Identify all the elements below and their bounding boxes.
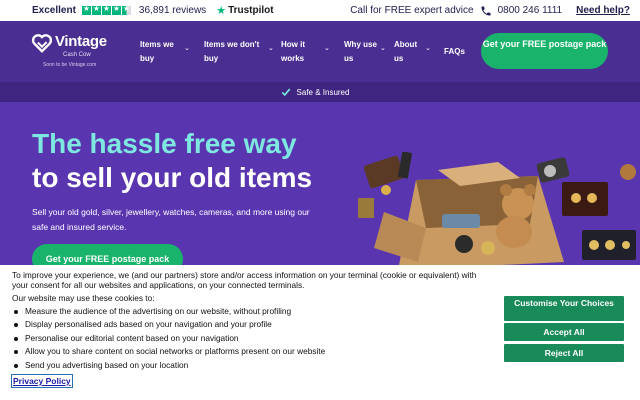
trustpilot-wordmark: Trustpilot: [228, 5, 274, 16]
logo[interactable]: Vintage Cash Cow Soon to be Vintage.com: [31, 32, 121, 72]
nav-about-us[interactable]: About us ⌄: [394, 38, 431, 66]
nav-why-use-us[interactable]: Why use us ⌄: [344, 38, 386, 66]
cookie-purpose-list: Measure the audience of the advertising …: [12, 305, 325, 372]
reject-all-button[interactable]: Reject All: [504, 344, 624, 362]
trustpilot-star-icon: ★: [216, 4, 227, 17]
nav-faqs[interactable]: FAQs: [444, 45, 465, 59]
main-nav: Vintage Cash Cow Soon to be Vintage.com …: [0, 21, 640, 82]
chevron-down-icon: ⌄: [425, 45, 431, 52]
hero-section: The hassle free way to sell your old ite…: [0, 102, 640, 265]
rating-stars: [81, 4, 131, 15]
accept-all-button[interactable]: Accept All: [504, 323, 624, 341]
hero-title-line1: The hassle free way: [32, 128, 297, 159]
privacy-policy-link[interactable]: Privacy Policy: [11, 374, 73, 388]
logo-subtitle: Cash Cow: [63, 52, 91, 58]
nav-item-label: Items we don't buy: [204, 40, 260, 63]
list-item: Send you advertising based on your locat…: [12, 359, 325, 372]
customise-choices-button[interactable]: Customise Your Choices: [504, 296, 624, 321]
safe-insured-strip: Safe & Insured: [0, 82, 640, 102]
nav-item-label: Items we buy: [140, 40, 174, 63]
rating-word: Excellent: [32, 5, 76, 16]
check-icon: [281, 88, 290, 97]
trust-bar: Excellent 36,891 reviews ★ Trustpilot Ca…: [0, 0, 640, 21]
nav-item-label: FAQs: [444, 47, 465, 56]
chevron-down-icon: ⌄: [184, 45, 190, 52]
cookie-may-use-text: Our website may use these cookies to:: [12, 293, 155, 303]
postage-pack-button[interactable]: Get your FREE postage pack: [481, 33, 608, 69]
star-icon: [111, 4, 121, 15]
star-icon: [91, 4, 101, 15]
nav-item-label: Why use us: [344, 40, 377, 63]
list-item: Personalise our editorial content based …: [12, 332, 325, 345]
list-item: Allow you to share content on social net…: [12, 345, 325, 358]
hero-title-line2: to sell your old items: [32, 162, 313, 193]
heart-logo-icon: [31, 34, 53, 53]
trustpilot-logo: ★ Trustpilot: [216, 4, 273, 17]
list-item: Measure the audience of the advertising …: [12, 305, 325, 318]
cookie-intro-text: To improve your experience, we (and our …: [12, 270, 477, 290]
star-icon: [101, 4, 111, 15]
nav-how-it-works[interactable]: How it works ⌄: [281, 38, 330, 66]
nav-items-we-dont-buy[interactable]: Items we don't buy ⌄: [204, 38, 274, 66]
chevron-down-icon: ⌄: [268, 45, 274, 52]
need-help-link[interactable]: Need help?: [576, 5, 630, 16]
chevron-down-icon: ⌄: [324, 45, 330, 52]
list-item: Display personalised ads based on your n…: [12, 318, 325, 331]
hero-title: The hassle free way to sell your old ite…: [32, 127, 352, 195]
safe-insured-label: Safe & Insured: [296, 87, 350, 97]
nav-items-we-buy[interactable]: Items we buy ⌄: [140, 38, 190, 66]
nav-item-label: About us: [394, 40, 418, 63]
star-half-icon: [121, 4, 131, 15]
phone-icon: [481, 6, 491, 15]
review-count: 36,891 reviews: [138, 5, 207, 16]
star-icon: [81, 4, 91, 15]
hero-postage-pack-button[interactable]: Get your FREE postage pack: [32, 244, 183, 265]
logo-tagline: Soon to be Vintage.com: [43, 62, 97, 68]
hero-description: Sell your old gold, silver, jewellery, w…: [32, 207, 310, 232]
cookie-consent-banner: To improve your experience, we (and our …: [0, 265, 640, 400]
nav-item-label: How it works: [281, 40, 305, 63]
logo-name: Vintage: [55, 33, 107, 50]
call-text: Call for FREE expert advice: [350, 5, 474, 16]
chevron-down-icon: ⌄: [380, 45, 386, 52]
trustpilot-rating[interactable]: Excellent 36,891 reviews ★ Trustpilot: [32, 4, 274, 17]
hero-box-image: [358, 152, 636, 265]
phone-number-link[interactable]: 0800 246 1111: [498, 5, 563, 16]
